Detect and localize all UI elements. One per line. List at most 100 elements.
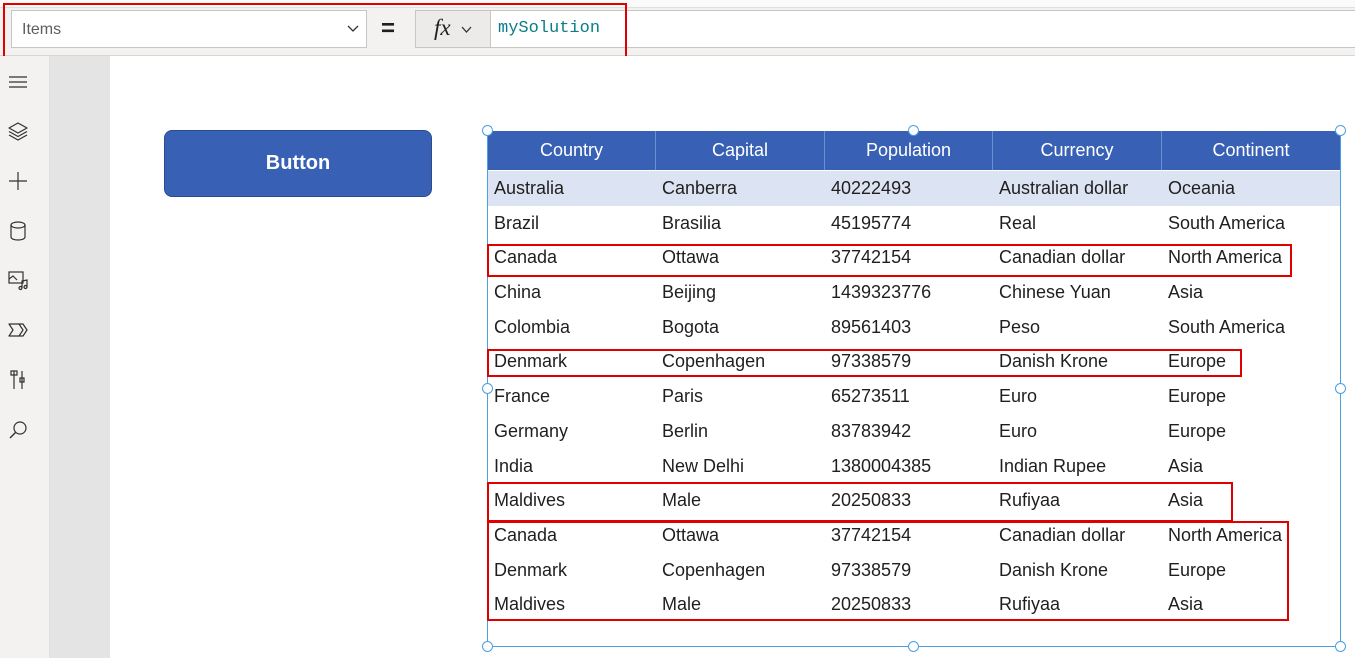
cell-currency: Real xyxy=(999,212,1037,233)
cell-currency: Peso xyxy=(999,316,1041,337)
cell-currency: Rufiyaa xyxy=(999,594,1061,615)
cell-country: Maldives xyxy=(494,594,566,615)
canvas-gutter xyxy=(50,56,110,658)
cell-country: Canada xyxy=(494,247,558,268)
fx-button[interactable]: fx xyxy=(415,10,491,48)
table-header: Country Capital Population Currency Continen… xyxy=(488,131,1340,170)
resize-handle-top-right[interactable] xyxy=(1335,125,1346,136)
cell-capital: Ottawa xyxy=(662,247,720,268)
cell-continent: North America xyxy=(1168,247,1283,268)
table-row[interactable]: India New Delhi 1380004385 Indian Rupee Asia xyxy=(488,449,1340,484)
resize-handle-bottom[interactable] xyxy=(908,641,919,652)
column-header-currency: Currency xyxy=(993,131,1162,170)
cell-continent: Asia xyxy=(1168,594,1204,615)
formula-input[interactable]: mySolution xyxy=(490,10,1355,48)
cell-population: 97338579 xyxy=(831,351,912,372)
cell-country: Denmark xyxy=(494,559,568,580)
hamburger-menu-icon[interactable] xyxy=(6,70,30,94)
cell-population: 37742154 xyxy=(831,247,912,268)
cell-capital: New Delhi xyxy=(662,455,745,476)
cell-currency: Canadian dollar xyxy=(999,247,1126,268)
resize-handle-bottom-right[interactable] xyxy=(1335,641,1346,652)
cell-population: 20250833 xyxy=(831,490,912,511)
cell-capital: Male xyxy=(662,594,702,615)
layers-icon[interactable] xyxy=(6,119,30,143)
cell-currency: Euro xyxy=(999,420,1038,441)
equals-sign: = xyxy=(381,15,396,42)
cell-continent: Europe xyxy=(1168,351,1227,372)
resize-handle-right[interactable] xyxy=(1335,383,1346,394)
power-automate-icon[interactable] xyxy=(6,318,30,342)
cell-capital: Copenhagen xyxy=(662,351,766,372)
toolbar-edge xyxy=(0,0,1355,8)
cell-capital: Canberra xyxy=(662,178,738,198)
cell-country: India xyxy=(494,455,534,476)
resize-handle-top-left[interactable] xyxy=(482,125,493,136)
cell-continent: Asia xyxy=(1168,490,1204,511)
table-row[interactable]: Maldives Male 20250833 Rufiyaa Asia xyxy=(488,483,1340,518)
cell-continent: Europe xyxy=(1168,386,1227,407)
cell-population: 1380004385 xyxy=(831,455,932,476)
cell-currency: Danish Krone xyxy=(999,559,1109,580)
cell-currency: Indian Rupee xyxy=(999,455,1107,476)
cell-country: Denmark xyxy=(494,351,568,372)
formula-text: mySolution xyxy=(498,19,601,38)
cell-continent: Asia xyxy=(1168,282,1204,303)
formula-bar: Items = fx mySolution xyxy=(0,0,1355,56)
cell-currency: Euro xyxy=(999,386,1038,407)
cell-population: 97338579 xyxy=(831,559,912,580)
cell-country: Maldives xyxy=(494,490,566,511)
property-dropdown[interactable]: Items xyxy=(11,10,367,48)
cell-continent: Europe xyxy=(1168,559,1227,580)
table-row[interactable]: Canada Ottawa 37742154 Canadian dollar North… xyxy=(488,518,1340,553)
table-row[interactable]: Denmark Copenhagen 97338579 Danish Krone Eur… xyxy=(488,344,1340,379)
media-icon[interactable] xyxy=(6,268,30,292)
cell-population: 83783942 xyxy=(831,420,912,441)
column-header-country: Country xyxy=(488,131,656,170)
table-row[interactable]: Brazil Brasilia 45195774 Real South America xyxy=(488,206,1340,241)
table-row[interactable]: Denmark Copenhagen 97338579 Danish Krone Eur… xyxy=(488,553,1340,588)
cell-capital: Bogota xyxy=(662,316,720,337)
cell-continent: Asia xyxy=(1168,455,1204,476)
table-row[interactable]: Germany Berlin 83783942 Euro Europe xyxy=(488,414,1340,449)
tools-icon[interactable] xyxy=(6,368,30,392)
cell-country: France xyxy=(494,386,551,407)
cell-continent: Oceania xyxy=(1168,178,1236,198)
cell-capital: Paris xyxy=(662,386,704,407)
cell-country: China xyxy=(494,282,542,303)
cell-population: 45195774 xyxy=(831,212,912,233)
fx-icon: fx xyxy=(434,15,451,40)
left-rail xyxy=(0,56,50,658)
cell-capital: Beijing xyxy=(662,282,717,303)
cell-population: 37742154 xyxy=(831,524,912,545)
database-icon[interactable] xyxy=(6,219,30,243)
column-header-capital: Capital xyxy=(656,131,825,170)
table-row[interactable]: Australia Canberra 40222493 Australian doll… xyxy=(488,171,1340,206)
cell-capital: Brasilia xyxy=(662,212,722,233)
table-body: Australia Canberra 40222493 Australian doll… xyxy=(488,171,1340,622)
cell-country: Australia xyxy=(494,178,565,198)
resize-handle-top[interactable] xyxy=(908,125,919,136)
cell-currency: Danish Krone xyxy=(999,351,1109,372)
cell-currency: Canadian dollar xyxy=(999,524,1126,545)
table-row[interactable]: France Paris 65273511 Euro Europe xyxy=(488,379,1340,414)
resize-handle-left[interactable] xyxy=(482,383,493,394)
plus-icon[interactable] xyxy=(6,169,30,193)
table-row[interactable]: China Beijing 1439323776 Chinese Yuan Asia xyxy=(488,275,1340,310)
cell-country: Germany xyxy=(494,420,569,441)
cell-population: 65273511 xyxy=(831,386,910,407)
cell-population: 20250833 xyxy=(831,594,912,615)
table-row[interactable]: Maldives Male 20250833 Rufiyaa Asia xyxy=(488,587,1340,622)
cell-continent: North America xyxy=(1168,524,1283,545)
chevron-down-icon xyxy=(347,25,359,32)
cell-currency: Chinese Yuan xyxy=(999,282,1111,303)
table-row[interactable]: Colombia Bogota 89561403 Peso South America xyxy=(488,310,1340,345)
search-icon[interactable] xyxy=(6,418,30,442)
button-control[interactable]: Button xyxy=(164,130,432,197)
chevron-down-icon xyxy=(461,26,472,33)
resize-handle-bottom-left[interactable] xyxy=(482,641,493,652)
cell-country: Canada xyxy=(494,524,558,545)
cell-capital: Copenhagen xyxy=(662,559,766,580)
cell-population: 40222493 xyxy=(831,178,912,198)
table-row[interactable]: Canada Ottawa 37742154 Canadian dollar North… xyxy=(488,240,1340,275)
